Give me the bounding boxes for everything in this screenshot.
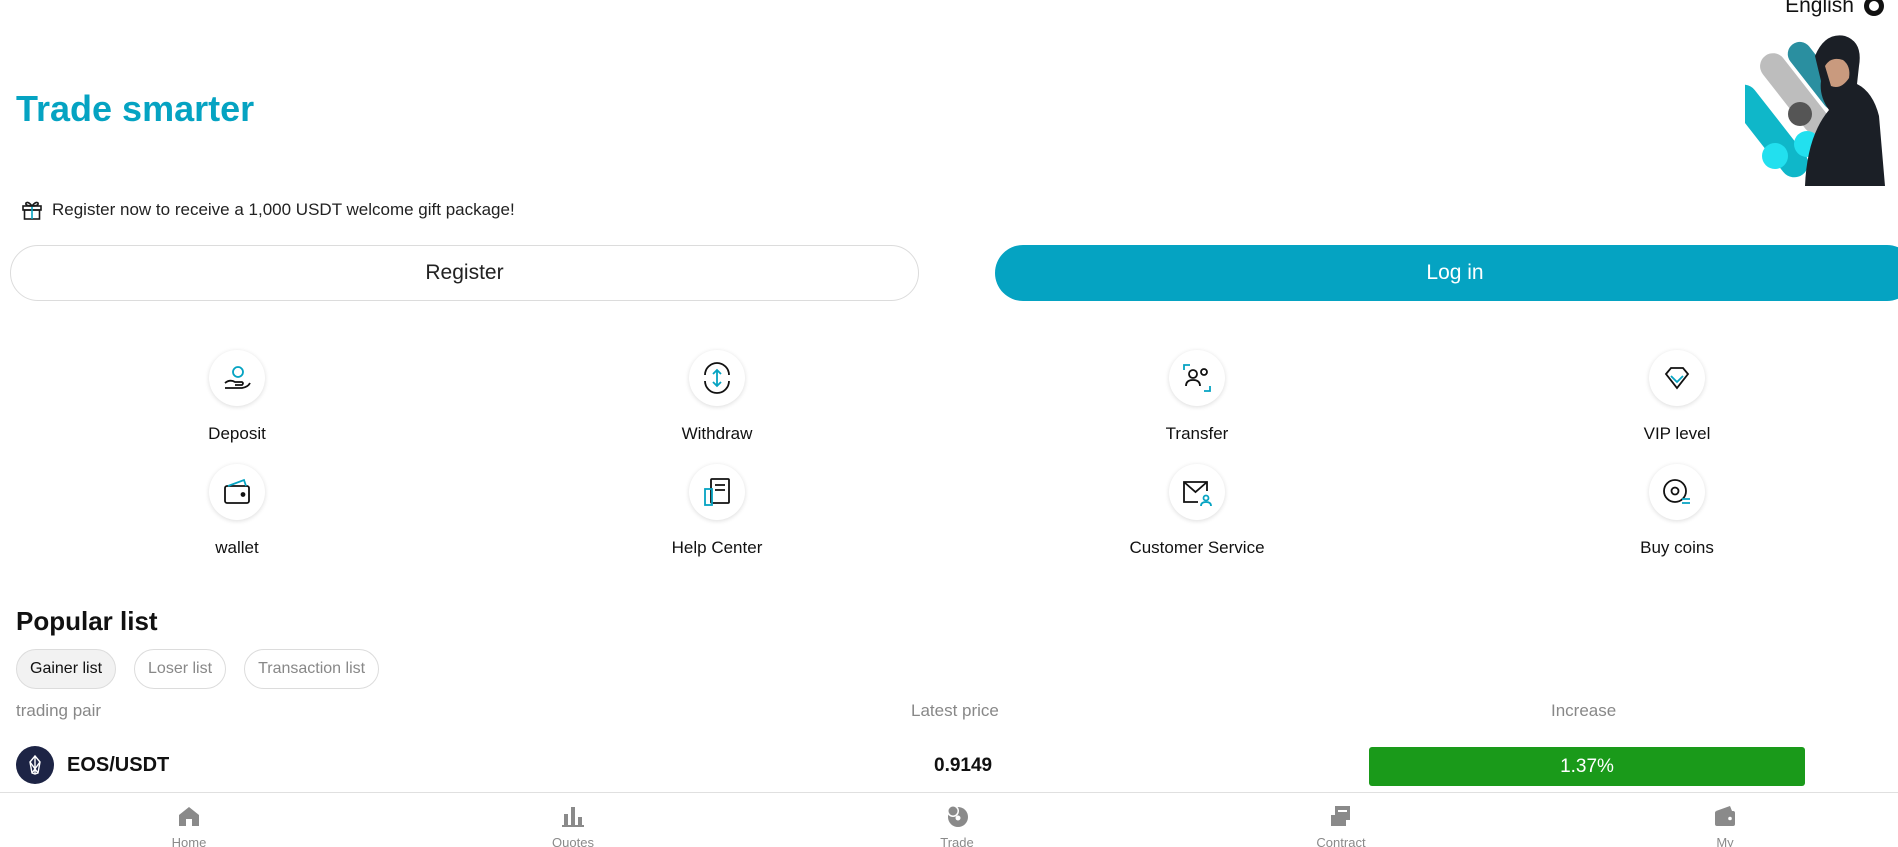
quick-action-wallet[interactable]: wallet <box>137 464 337 558</box>
wallet-icon <box>224 478 250 504</box>
nav-label: Trade <box>940 835 974 847</box>
profile-wallet-icon <box>1715 806 1735 826</box>
quick-action-label: Transfer <box>1165 424 1229 443</box>
quick-action-help-center[interactable]: Help Center <box>617 464 817 558</box>
nav-contract[interactable]: Contract <box>1281 803 1401 847</box>
tab-transaction-list[interactable]: Transaction list <box>244 649 380 689</box>
nav-home[interactable]: Home <box>129 803 249 847</box>
bar-chart-icon <box>562 807 584 827</box>
quick-action-vip-level[interactable]: VIP level <box>1577 350 1777 444</box>
quick-action-deposit[interactable]: Deposit <box>137 350 337 444</box>
quick-action-label: Withdraw <box>681 424 753 443</box>
withdraw-icon <box>704 362 730 394</box>
tab-loser-list[interactable]: Loser list <box>134 649 227 689</box>
quick-action-customer-service[interactable]: Customer Service <box>1097 464 1297 558</box>
transfer-icon <box>1183 364 1211 392</box>
language-label: English <box>1785 0 1854 17</box>
globe-icon <box>1864 0 1884 16</box>
quick-action-transfer[interactable]: Transfer <box>1097 350 1297 444</box>
nav-label: My <box>1716 835 1734 847</box>
bottom-navigation: Home Quotes Trade Contract My <box>0 792 1898 847</box>
popular-list-tabs: Gainer list Loser list Transaction list <box>16 649 380 689</box>
promo-banner: Register now to receive a 1,000 USDT wel… <box>20 198 515 222</box>
nav-label: Home <box>171 835 207 847</box>
quick-action-withdraw[interactable]: Withdraw <box>617 350 817 444</box>
column-header-price: Latest price <box>911 701 999 720</box>
trading-pair: EOS/USDT <box>67 754 170 776</box>
eos-coin-icon <box>16 746 54 784</box>
login-button[interactable]: Log in <box>995 245 1898 301</box>
diamond-icon <box>1664 367 1690 390</box>
quick-action-label: VIP level <box>1643 424 1711 443</box>
change-badge: 1.37% <box>1369 747 1805 786</box>
home-icon <box>179 807 199 826</box>
promo-text: Register now to receive a 1,000 USDT wel… <box>52 200 515 219</box>
nav-label: Contract <box>1316 835 1366 847</box>
quick-action-label: Customer Service <box>1129 538 1265 557</box>
quick-action-buy-coins[interactable]: Buy coins <box>1577 464 1777 558</box>
quick-action-label: Help Center <box>671 538 763 557</box>
quick-action-label: Buy coins <box>1640 538 1714 557</box>
trade-icon <box>947 805 968 827</box>
language-selector[interactable]: English <box>1785 0 1884 18</box>
register-button[interactable]: Register <box>10 245 919 301</box>
deposit-icon <box>224 366 251 389</box>
contract-icon <box>1331 806 1350 826</box>
gift-icon <box>22 201 42 220</box>
buy-coins-icon <box>1663 479 1690 504</box>
nav-my[interactable]: My <box>1665 803 1785 847</box>
customer-service-icon <box>1183 481 1212 507</box>
latest-price: 0.9149 <box>934 755 993 776</box>
help-center-icon <box>704 478 730 506</box>
quick-action-label: Deposit <box>208 424 266 443</box>
nav-quotes[interactable]: Quotes <box>513 803 633 847</box>
tab-gainer-list[interactable]: Gainer list <box>16 649 117 689</box>
quick-action-label: wallet <box>215 538 259 557</box>
column-header-pair: trading pair <box>16 701 102 720</box>
column-header-change: Increase <box>1551 701 1617 720</box>
hero-illustration <box>1745 35 1885 186</box>
headline: Trade smarter <box>16 88 255 129</box>
popular-list-title: Popular list <box>16 606 158 636</box>
nav-label: Quotes <box>552 835 594 847</box>
nav-trade[interactable]: Trade <box>897 803 1017 847</box>
table-row[interactable]: EOS/USDT 0.9149 1.37% <box>0 745 1898 786</box>
